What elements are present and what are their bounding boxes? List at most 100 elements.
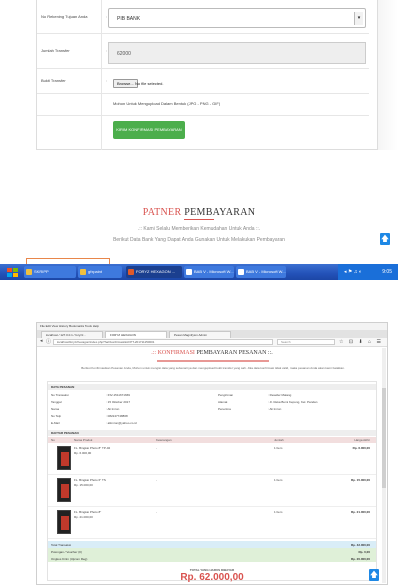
product-qty: 1 Item: [274, 446, 283, 450]
partner-title: PATNER PEMBAYARAN: [0, 207, 398, 218]
info-key: Nama: [51, 407, 60, 411]
submit-row: [37, 116, 369, 150]
heading-dark: PEMBAYARAN PESANAN ::.: [196, 350, 273, 356]
proof-colon: :: [106, 78, 108, 83]
amount-input[interactable]: 62000: [108, 42, 366, 64]
intro-text: Berikut Konfirmasikan Pesanan Anda, Moho…: [81, 366, 345, 370]
frame-image: [61, 484, 69, 498]
taskbar-clock[interactable]: 9:05: [382, 264, 392, 280]
toolbar-icons[interactable]: ☆ ⊡ ⬇ ⌂ ☰: [339, 339, 383, 345]
col-qty: Jumlah: [274, 438, 284, 442]
search-input[interactable]: Search: [277, 339, 335, 345]
order-item-row: FL. Bingkai Photo 8" Rp. 21.000,00 - 1 I…: [48, 508, 376, 539]
taskbar-item-label: FORYZ HEXAGON ...: [136, 269, 176, 274]
payment-form-screenshot: No Rekening Tujuan Anda : Jumlah Transfe…: [0, 0, 398, 287]
product-name: FL. Bingkai Photo 8" Rp. 21.000,00: [74, 510, 101, 520]
chevron-down-icon[interactable]: ▾: [354, 12, 363, 25]
browser-tabbar: localhost / 127.0.0.1 / foryzz... FORYZ …: [37, 330, 387, 338]
sum-value: Rp. 20.000,00: [350, 557, 370, 561]
proof-row: Bukti Transfer :: [37, 69, 369, 94]
taskbar-item-browser[interactable]: FORYZ HEXAGON ...: [126, 266, 182, 278]
folder-icon: [80, 269, 86, 275]
word-icon: [238, 269, 244, 275]
browser-tab-3[interactable]: Pesan Magnifysm Admin: [169, 331, 231, 338]
back-arrow-icon[interactable]: ◂: [40, 338, 43, 344]
tray-icons[interactable]: ◂ ⚑ ♫ ◐: [344, 266, 362, 278]
browser-menubar[interactable]: File Edit View History Bookmarks Tools H…: [37, 323, 387, 330]
frame-image: [61, 452, 69, 466]
order-items-section: DAFTAR PESANAN: [48, 430, 376, 436]
info-value: : Ali Imron: [268, 407, 282, 411]
taskbar-item-label: BAB V - Microsoft W...: [246, 269, 286, 274]
bank-label: No Rekening Tujuan Anda: [41, 14, 88, 19]
info-key: Penerima: [218, 407, 231, 411]
address-bar: ◂ ⓘ localhost/foryzzhexagon/index.php?ha…: [37, 338, 387, 347]
browser-tab-2[interactable]: FORYZ HEXAGON: [105, 331, 167, 338]
system-tray: ◂ ⚑ ♫ ◐ 9:05: [338, 264, 398, 280]
info-value: : aliimron@yahoo.co.id: [106, 421, 137, 425]
row-divider: [101, 0, 102, 33]
sum-row-discount: Potongan / Voucher (0) Rp. 0,00: [48, 548, 376, 555]
info-key: No Telp: [51, 414, 62, 418]
product-total: Rp. 15.000,00: [350, 478, 370, 482]
browser-tab-1[interactable]: localhost / 127.0.0.1 / foryzz...: [41, 331, 103, 338]
info-value: : 15 Oktober 2017: [106, 400, 131, 404]
product-price: Rp. 6.000,00: [74, 451, 92, 455]
bank-select-value: PIB BANK: [117, 16, 141, 22]
partner-title-dark: PEMBAYARAN: [184, 207, 256, 218]
send-confirmation-button[interactable]: KIRIM KONFIRMASI PEMBAYARAN: [113, 121, 185, 139]
col-total: Harga Akhir: [354, 438, 370, 442]
url-input[interactable]: localhost/foryzzhexagon/index.php?hal=ko…: [53, 339, 273, 345]
product-note: -: [156, 510, 157, 514]
taskbar-item-label: SKRIPP: [34, 269, 49, 274]
start-button[interactable]: [6, 266, 20, 278]
sum-value: Rp. 0,00: [358, 550, 370, 554]
info-key: Alamat: [218, 400, 228, 404]
bank-colon: :: [106, 14, 108, 19]
amount-colon: :: [106, 48, 108, 53]
product-note: -: [156, 478, 157, 482]
windows-logo-icon: [7, 268, 18, 277]
info-key: Tanggal: [51, 400, 62, 404]
sum-label: Ongkos Kirim (Ujicom Reg): [51, 557, 88, 561]
partner-title-red: PATNER: [142, 207, 182, 218]
taskbar-item-word-1[interactable]: BAB V - Microsoft W...: [184, 266, 234, 278]
col-product: Nama Produk: [74, 438, 93, 442]
upload-hint-text: Mohon Untuk Mengupload Dalam Bentuk (JPG…: [113, 101, 221, 106]
order-item-row: FL. Bingkai Photo 6" TS Rp. 15.000,00 - …: [48, 476, 376, 507]
info-icon[interactable]: ⓘ: [46, 338, 51, 345]
taskbar-item-gfxpaint[interactable]: gfxpaint: [78, 266, 122, 278]
grand-total-value: Rp. 62.000,00: [180, 572, 244, 583]
info-key: E-Mail: [51, 421, 60, 425]
product-thumbnail[interactable]: [57, 446, 71, 470]
taskbar-item-word-2[interactable]: BAB V - Microsoft W...: [236, 266, 286, 278]
row-divider: [101, 116, 102, 150]
product-thumbnail[interactable]: [57, 510, 71, 534]
info-key: No Transaksi: [51, 393, 69, 397]
info-key: Pengiriman: [218, 393, 234, 397]
product-name: FL. Bingkai Photo 6" TS Rp. 15.000,00: [74, 478, 106, 488]
product-thumbnail[interactable]: [57, 478, 71, 502]
file-status-text: No file selected.: [135, 81, 164, 86]
taskbar-item-skripp[interactable]: SKRIPP: [24, 266, 76, 278]
row-divider: [101, 94, 102, 115]
product-qty: 1 Item: [274, 510, 283, 514]
items-header-row: No Nama Produk Keterangan Jumlah Harga A…: [48, 437, 376, 443]
info-value: : Jl. Reka Bumi Kepung, Kel. Pandan: [268, 400, 318, 404]
scroll-top-button[interactable]: 🡅: [369, 569, 379, 581]
scrollbar-thumb[interactable]: [382, 388, 386, 488]
browse-file-button[interactable]: Browse...: [113, 79, 138, 88]
bank-select[interactable]: PIB BANK ▾: [108, 8, 366, 28]
scroll-top-button[interactable]: 🡅: [380, 233, 390, 245]
order-info-section: DATA PESANAN: [48, 384, 376, 390]
info-value: : Reseller Malang: [268, 393, 292, 397]
proof-label: Bukti Transfer: [41, 78, 66, 83]
word-icon: [186, 269, 192, 275]
order-item-row: FL. Bingkai Photo 8" TP-02 Rp. 6.000,00 …: [48, 444, 376, 475]
row-divider: [101, 34, 102, 68]
page-scrollbar[interactable]: [382, 348, 386, 583]
product-qty: 1 Item: [274, 478, 283, 482]
product-note: -: [156, 446, 157, 450]
sum-row-total: Total Transaksi Rp. 42.000,00: [48, 541, 376, 548]
folder-icon: [26, 269, 32, 275]
